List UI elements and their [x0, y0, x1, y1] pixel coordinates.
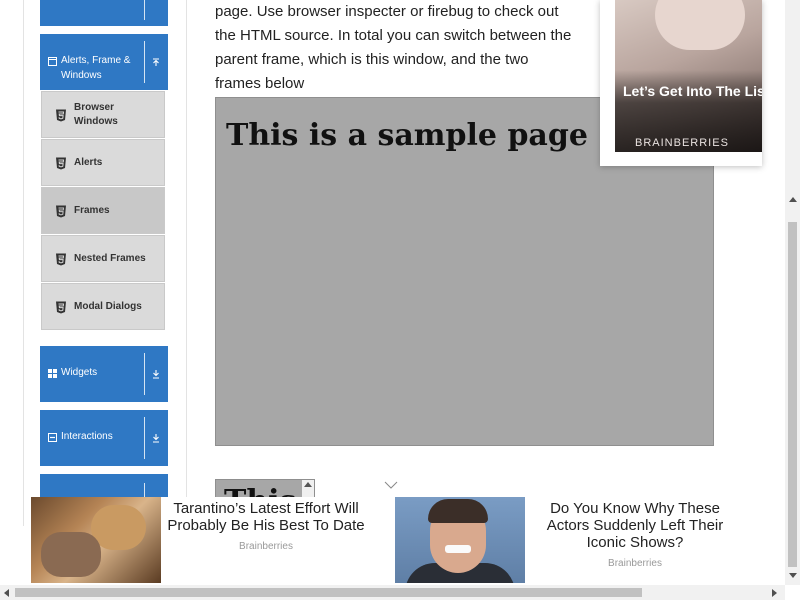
ad-top-right[interactable]: Let’s Get Into The List Of Japanese Horr…	[600, 0, 762, 166]
frame-1-heading: This is a sample page	[226, 118, 588, 153]
ad-top-brand: BRAINBERRIES	[635, 137, 729, 149]
sidebar-item-browser-windows[interactable]: Browser Windows	[41, 91, 165, 138]
group-header-interactions[interactable]: Interactions	[40, 410, 168, 466]
sidebar-item-label: Frames	[74, 204, 110, 216]
scroll-up-arrow-icon[interactable]	[304, 482, 312, 487]
interactions-icon	[48, 433, 57, 442]
ad-top-headline[interactable]: Let’s Get Into The List Of Japanese Horr…	[623, 83, 762, 99]
html5-icon	[56, 253, 66, 266]
widgets-grid-icon	[48, 369, 57, 378]
html5-icon	[56, 109, 66, 122]
sidebar-item-label: Modal Dialogs	[74, 300, 142, 312]
collapse-arrow-icon	[150, 0, 162, 8]
group-label: Interactions	[61, 431, 113, 442]
sidebar-item-nested-frames[interactable]: Nested Frames	[41, 235, 165, 282]
scroll-down-arrow-icon[interactable]	[789, 573, 797, 578]
horizontal-scroll-thumb[interactable]	[15, 588, 642, 597]
group-divider	[144, 41, 145, 83]
hair-image	[428, 499, 488, 523]
scroll-up-arrow-icon[interactable]	[789, 197, 797, 202]
html5-icon	[56, 205, 66, 218]
expand-arrow-icon	[153, 370, 159, 379]
ad-card-2[interactable]: Do You Know Why These Actors Suddenly Le…	[395, 497, 758, 585]
ad-card-1-title[interactable]: Tarantino’s Latest Effort Will Probably …	[161, 500, 371, 534]
intro-paragraph: page. Use browser inspecter or firebug t…	[215, 3, 572, 92]
sidebar-item-alerts[interactable]: Alerts	[41, 139, 165, 186]
ad-card-2-image[interactable]	[395, 497, 525, 583]
ad-card-2-title[interactable]: Do You Know Why These Actors Suddenly Le…	[530, 500, 740, 551]
group-label: Alerts, Frame & Windows	[61, 55, 131, 81]
scroll-right-arrow-icon[interactable]	[772, 589, 777, 597]
horizontal-scrollbar[interactable]	[0, 585, 785, 600]
ad-card-2-source: Brainberries	[608, 558, 662, 569]
ad-card-1-source: Brainberries	[239, 541, 293, 552]
vertical-scrollbar[interactable]	[785, 0, 800, 585]
group-header-widgets[interactable]: Widgets	[40, 346, 168, 402]
window-icon	[48, 57, 57, 66]
sidebar-item-frames[interactable]: Frames	[41, 187, 165, 234]
ad-face-image	[655, 0, 745, 50]
group-divider	[144, 0, 145, 20]
group-label: Widgets	[61, 367, 98, 378]
ad-bottom-banner: Tarantino’s Latest Effort Will Probably …	[30, 497, 758, 585]
man-image	[41, 532, 101, 577]
sidebar-item-label: Alerts	[74, 156, 103, 168]
sidebar-item-label: Browser Windows	[74, 101, 118, 127]
sidebar-item-modal-dialogs[interactable]: Modal Dialogs	[41, 283, 165, 330]
smile-image	[445, 545, 471, 553]
html5-icon	[56, 301, 66, 314]
chevron-down-icon[interactable]	[384, 480, 398, 490]
scroll-left-arrow-icon[interactable]	[4, 589, 9, 597]
html5-icon	[56, 157, 66, 170]
vertical-scroll-thumb[interactable]	[788, 222, 797, 567]
ad-card-1-image[interactable]	[31, 497, 161, 583]
ad-card-1[interactable]: Tarantino’s Latest Effort Will Probably …	[31, 497, 386, 585]
sidebar-item-label: Nested Frames	[74, 252, 146, 264]
group-header-alerts-frame-windows[interactable]: Alerts, Frame & Windows	[40, 34, 168, 90]
left-sidebar: Alerts, Frame & Windows Browser Windows …	[23, 0, 187, 526]
ad-top-photo	[615, 0, 762, 152]
group-divider	[144, 417, 145, 459]
collapse-arrow-icon	[153, 58, 159, 66]
group-header-elements[interactable]	[40, 0, 168, 26]
group-divider	[144, 353, 145, 395]
expand-arrow-icon	[153, 434, 159, 443]
